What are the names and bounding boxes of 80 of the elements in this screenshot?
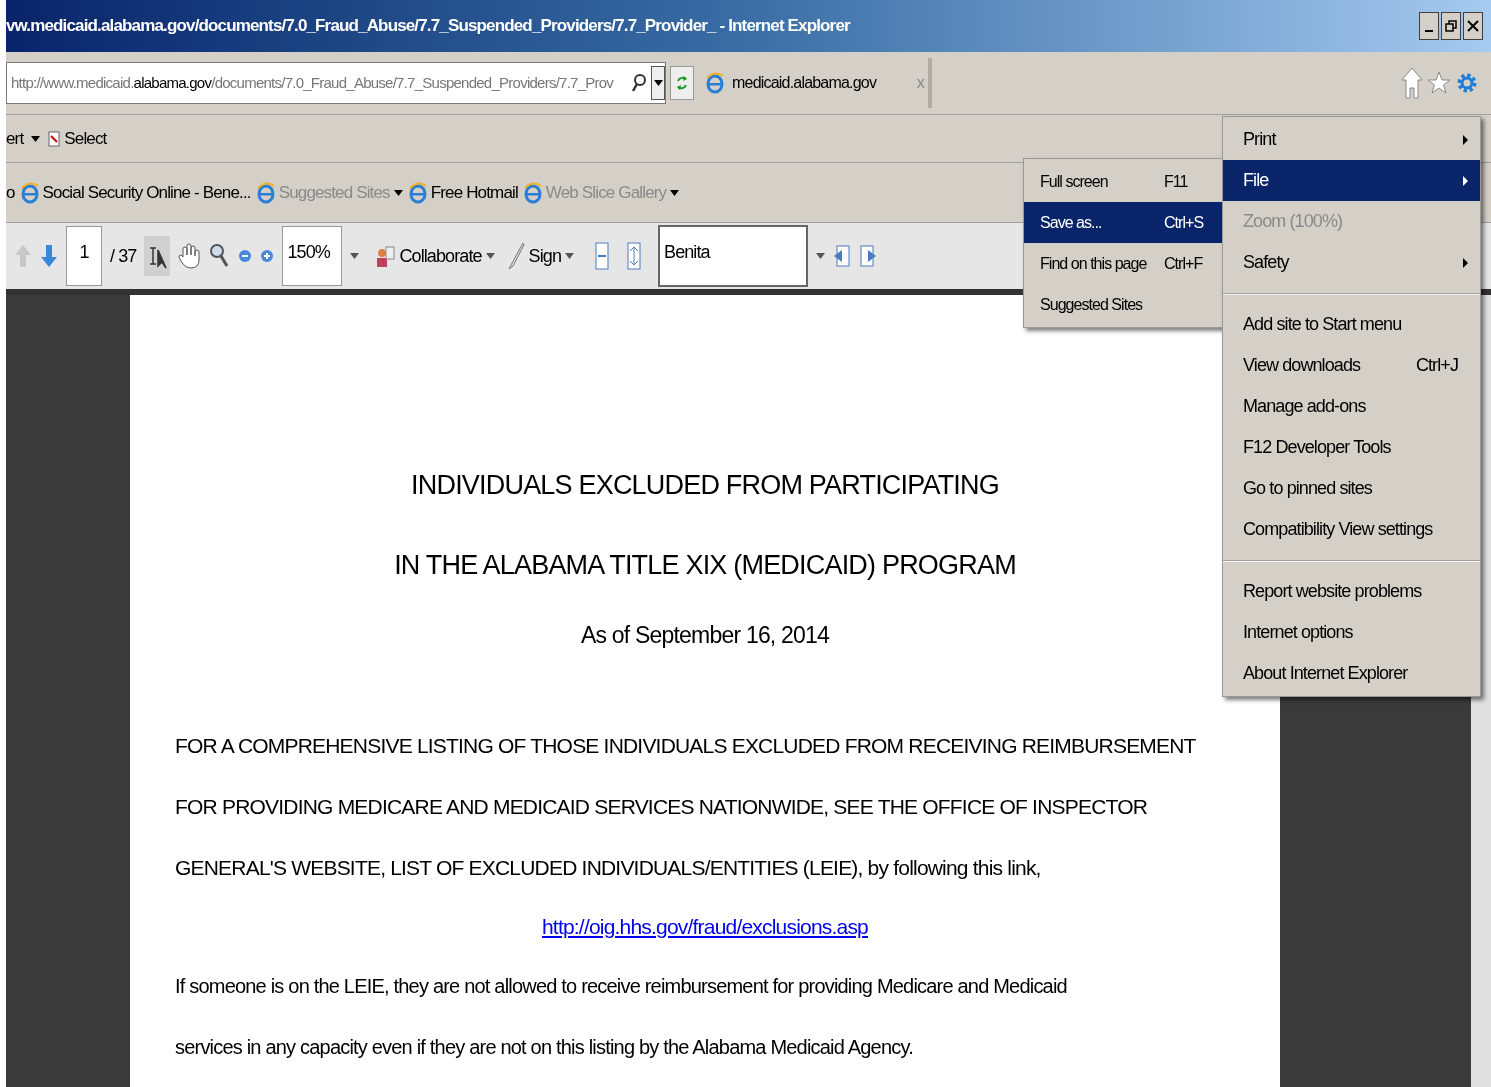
- close-button[interactable]: [1463, 12, 1483, 40]
- restore-button[interactable]: [1441, 12, 1461, 40]
- browser-e-icon: [706, 72, 724, 94]
- zoom-field[interactable]: 150%: [282, 226, 343, 286]
- fit-width-icon[interactable]: [594, 241, 611, 271]
- menu-item[interactable]: Add site to Start menu: [1223, 304, 1480, 345]
- menu-item[interactable]: Suggested Sites: [1024, 284, 1222, 325]
- home-icon[interactable]: [1401, 66, 1423, 100]
- paragraph-line: FOR A COMPREHENSIVE LISTING OF THOSE INDIVIDUALS EXCLUDED FROM RECEIVING REIMBURSEMENT: [175, 733, 1196, 759]
- fit-page-icon[interactable]: [626, 241, 643, 271]
- menu-item[interactable]: Print: [1223, 119, 1480, 160]
- zoom-in-icon[interactable]: [260, 249, 275, 263]
- submenu-arrow-icon: [1463, 257, 1468, 268]
- people-icon: [375, 243, 396, 269]
- refresh-icon: [675, 75, 689, 91]
- hand-icon[interactable]: [178, 243, 201, 269]
- down-arrow-icon[interactable]: [40, 243, 58, 269]
- caret-icon: [816, 253, 826, 259]
- paragraph-line: services in any capacity even if they are not on this listing by the Alabama Medicaid Agency.: [175, 1035, 914, 1060]
- caret-icon: [565, 253, 575, 259]
- paragraph-line: FOR PROVIDING MEDICARE AND MEDICAID SERVICES NATIONWIDE, SEE THE OFFICE OF INSPECTOR: [175, 794, 1149, 820]
- menu-item[interactable]: Safety: [1223, 242, 1480, 283]
- caret-icon: [31, 135, 41, 142]
- menu-item[interactable]: Go to pinned sites: [1223, 468, 1480, 509]
- tab-title: medicaid.alabama.gov: [732, 73, 877, 93]
- url-text: http://www.medicaid.alabama.gov/documents/7.0_Fraud_Abuse/7.7_Suspended_Providers/7.7_Prov: [11, 72, 614, 93]
- browser-e-icon: [408, 181, 427, 204]
- close-icon: [1467, 20, 1479, 32]
- search-icon[interactable]: [631, 73, 647, 93]
- minimize-button[interactable]: [1419, 12, 1439, 40]
- select-button[interactable]: Select: [48, 125, 107, 152]
- document-date: As of September 16, 2014: [581, 621, 829, 650]
- document-heading: IN THE ALABAMA TITLE XIX (MEDICAID) PROGRAM: [394, 549, 1016, 582]
- refresh-button[interactable]: [670, 66, 694, 100]
- menu-item[interactable]: F12 Developer Tools: [1223, 427, 1480, 468]
- caret-icon: [485, 253, 495, 259]
- caret-icon: [653, 80, 663, 86]
- caret-icon: [350, 253, 360, 259]
- next-result-icon[interactable]: [859, 244, 878, 268]
- pen-icon: [506, 241, 525, 271]
- previous-result-icon[interactable]: [833, 244, 852, 268]
- sign-button[interactable]: Sign: [506, 241, 575, 271]
- menu-item[interactable]: Find on this page Ctrl+F: [1024, 243, 1222, 284]
- restore-icon: [1445, 20, 1457, 32]
- browser-e-icon: [523, 181, 542, 204]
- paragraph-line: If someone is on the LEIE, they are not allowed to receive reimbursement for providing Medicare and Medicaid: [175, 974, 1067, 999]
- address-field[interactable]: http://www.medicaid.alabama.gov/documents/7.0_Fraud_Abuse/7.7_Suspended_Providers/7.7_Prov: [6, 62, 666, 104]
- paragraph-line: GENERAL'S WEBSITE, LIST OF EXCLUDED INDIVIDUALS/ENTITIES (LEIE), by following this link,: [175, 855, 1042, 881]
- page-count: / 37: [110, 244, 137, 268]
- page-number-field[interactable]: 1: [66, 226, 102, 286]
- menu-item[interactable]: Full screen F11: [1024, 161, 1222, 202]
- favorites-link[interactable]: o: [6, 179, 15, 206]
- collaborate-button[interactable]: Collaborate: [375, 242, 495, 270]
- favorites-link[interactable]: Free Hotmail: [408, 179, 518, 206]
- command-item[interactable]: ert: [6, 125, 41, 152]
- search-field[interactable]: Benita: [658, 225, 809, 287]
- zoom-out-icon[interactable]: [238, 249, 253, 263]
- favorites-link[interactable]: Social Security Online - Bene...: [20, 179, 251, 206]
- menu-item[interactable]: Compatibility View settings: [1223, 509, 1480, 550]
- browser-tab[interactable]: medicaid.alabama.gov x: [702, 58, 932, 108]
- menu-item[interactable]: Save as... Ctrl+S: [1024, 202, 1222, 243]
- submenu-arrow-icon: [1463, 134, 1468, 145]
- document-heading: INDIVIDUALS EXCLUDED FROM PARTICIPATING: [411, 469, 999, 502]
- minimize-icon: [1425, 30, 1433, 32]
- menu-item[interactable]: Report website problems: [1223, 571, 1480, 612]
- caret-icon: [393, 189, 403, 196]
- browser-e-icon: [256, 181, 275, 204]
- menu-item[interactable]: Manage add-ons: [1223, 386, 1480, 427]
- dropdown-button[interactable]: [651, 66, 665, 100]
- submenu-arrow-icon: [1463, 175, 1468, 186]
- window-title: vw.medicaid.alabama.gov/documents/7.0_Fraud_Abuse/7.7_Suspended_Providers/7.7_Provider_ - Internet Explorer: [6, 15, 850, 38]
- browser-e-icon: [20, 181, 39, 204]
- select-tool-icon[interactable]: [144, 236, 171, 276]
- menu-item[interactable]: View downloads Ctrl+J: [1223, 345, 1480, 386]
- document-icon: [48, 129, 63, 148]
- caret-icon: [670, 189, 680, 196]
- menu-item[interactable]: File: [1223, 160, 1480, 201]
- exclusions-link[interactable]: http://oig.hhs.gov/fraud/exclusions.asp: [542, 898, 868, 956]
- menu-item[interactable]: About Internet Explorer: [1223, 653, 1480, 694]
- menu-item[interactable]: Internet options: [1223, 612, 1480, 653]
